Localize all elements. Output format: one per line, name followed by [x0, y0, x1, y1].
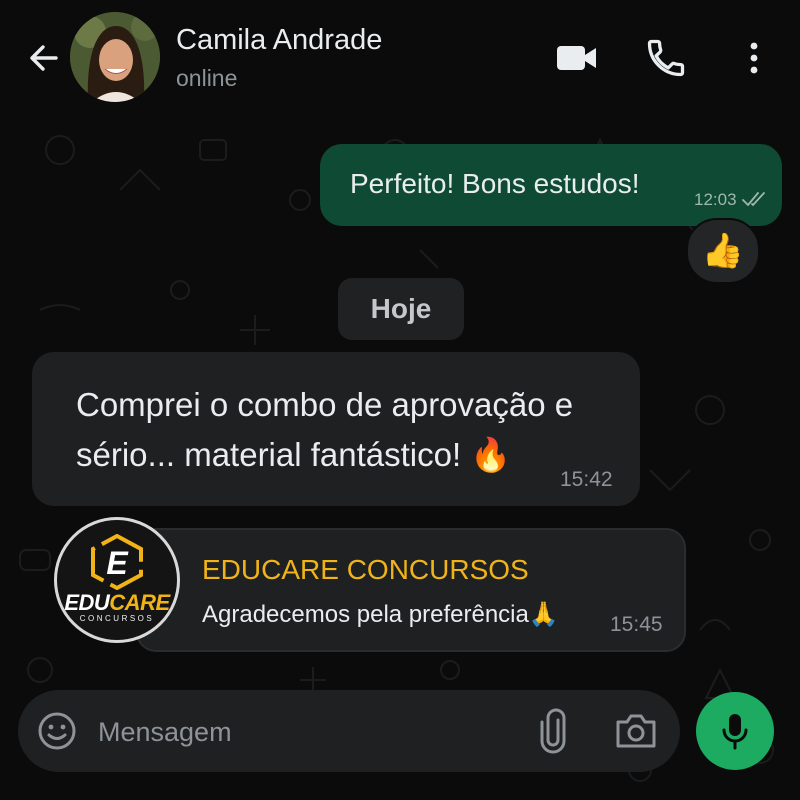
- microphone-icon: [722, 714, 748, 750]
- date-separator: Hoje: [338, 278, 464, 340]
- message-time: 15:45: [610, 613, 663, 636]
- message-text: Agradecemos pela preferência🙏: [202, 601, 559, 628]
- contact-name[interactable]: Camila Andrade: [176, 24, 382, 57]
- video-call-icon[interactable]: [554, 40, 600, 76]
- phone-icon[interactable]: [644, 36, 688, 80]
- sender-name: EDUCARE CONCURSOS: [202, 554, 529, 585]
- double-check-icon: [742, 192, 765, 206]
- contact-status: online: [176, 65, 238, 91]
- avatar[interactable]: [70, 12, 160, 102]
- reaction-badge[interactable]: 👍: [686, 218, 760, 284]
- menu-dots-icon[interactable]: [740, 38, 768, 78]
- message-text: Comprei o combo de aprovação e sério... …: [76, 386, 574, 473]
- outgoing-message[interactable]: Perfeito! Bons estudos! 12:03: [320, 144, 782, 226]
- message-time: 12:03: [694, 190, 737, 209]
- incoming-message[interactable]: Comprei o combo de aprovação e sério... …: [32, 352, 640, 506]
- message-time: 15:42: [560, 468, 613, 491]
- brand-wordmark: EDUCARE: [64, 590, 170, 615]
- camera-icon[interactable]: [614, 712, 658, 750]
- attach-clip-icon[interactable]: [536, 708, 570, 754]
- voice-record-button[interactable]: [696, 692, 774, 770]
- message-composer: [18, 690, 680, 772]
- brand-subtitle: CONCURSOS: [79, 614, 155, 623]
- chat-header: Camila Andrade online: [0, 0, 800, 110]
- svg-text:E: E: [106, 545, 129, 581]
- hexagon-e-icon: E: [91, 534, 143, 590]
- message-input[interactable]: [96, 710, 520, 754]
- message-text: Perfeito! Bons estudos!: [350, 168, 640, 199]
- back-arrow-icon[interactable]: [24, 38, 64, 78]
- emoji-sticker-icon[interactable]: [36, 710, 78, 752]
- brand-reply-message[interactable]: EDUCARE CONCURSOS Agradecemos pela prefe…: [136, 528, 686, 652]
- brand-logo[interactable]: E EDUCARE CONCURSOS: [54, 517, 180, 643]
